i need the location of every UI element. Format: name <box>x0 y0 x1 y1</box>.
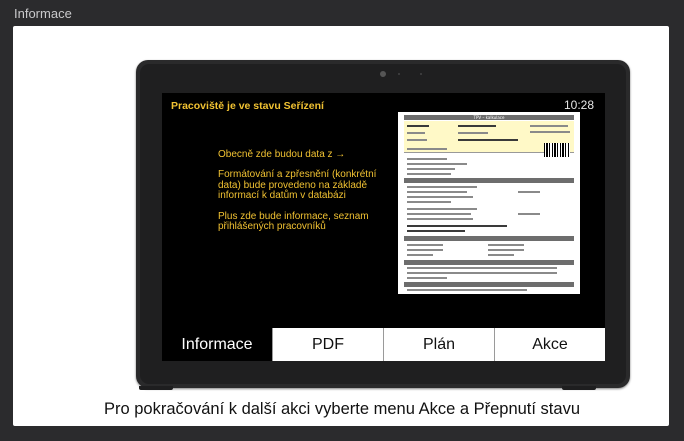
status-title: Pracoviště je ve stavu Seřízení <box>171 100 324 112</box>
tablet-foot <box>139 386 173 390</box>
document-header: TPV – kalkulace <box>404 115 574 120</box>
sensor-icon <box>420 73 422 75</box>
info-line: Formátování a zpřesnění (konkrétní data)… <box>218 169 377 202</box>
tab-pdf[interactable]: PDF <box>272 328 383 361</box>
camera-icon <box>380 71 386 77</box>
document-section <box>404 236 574 241</box>
instruction-caption: Pro pokračování k další akci vyberte men… <box>104 400 580 418</box>
tab-informace[interactable]: Informace <box>162 328 272 361</box>
sensor-icon <box>398 73 400 75</box>
clock: 10:28 <box>563 98 594 112</box>
info-line: Obecně zde budou data z → <box>218 149 346 160</box>
tablet-screen: Pracoviště je ve stavu Seřízení 10:28 Ob… <box>162 93 605 361</box>
tab-plan[interactable]: Plán <box>383 328 494 361</box>
document-section <box>404 260 574 265</box>
tablet-foot <box>562 386 596 390</box>
document-preview[interactable]: TPV – kalkulace <box>398 112 580 294</box>
document-section <box>404 178 574 183</box>
info-text: Obecně zde budou data z → Formátování a … <box>218 149 398 242</box>
app-window: Informace Pracoviště je ve stavu Seřízen… <box>0 0 684 441</box>
tab-bar: Informace PDF Plán Akce <box>162 328 605 361</box>
content-panel: Pracoviště je ve stavu Seřízení 10:28 Ob… <box>13 26 669 426</box>
window-title: Informace <box>14 6 72 21</box>
info-line: Plus zde bude informace, seznam přihláše… <box>218 210 369 233</box>
tab-akce[interactable]: Akce <box>494 328 605 361</box>
document-section <box>404 282 574 287</box>
barcode-icon <box>544 143 570 157</box>
